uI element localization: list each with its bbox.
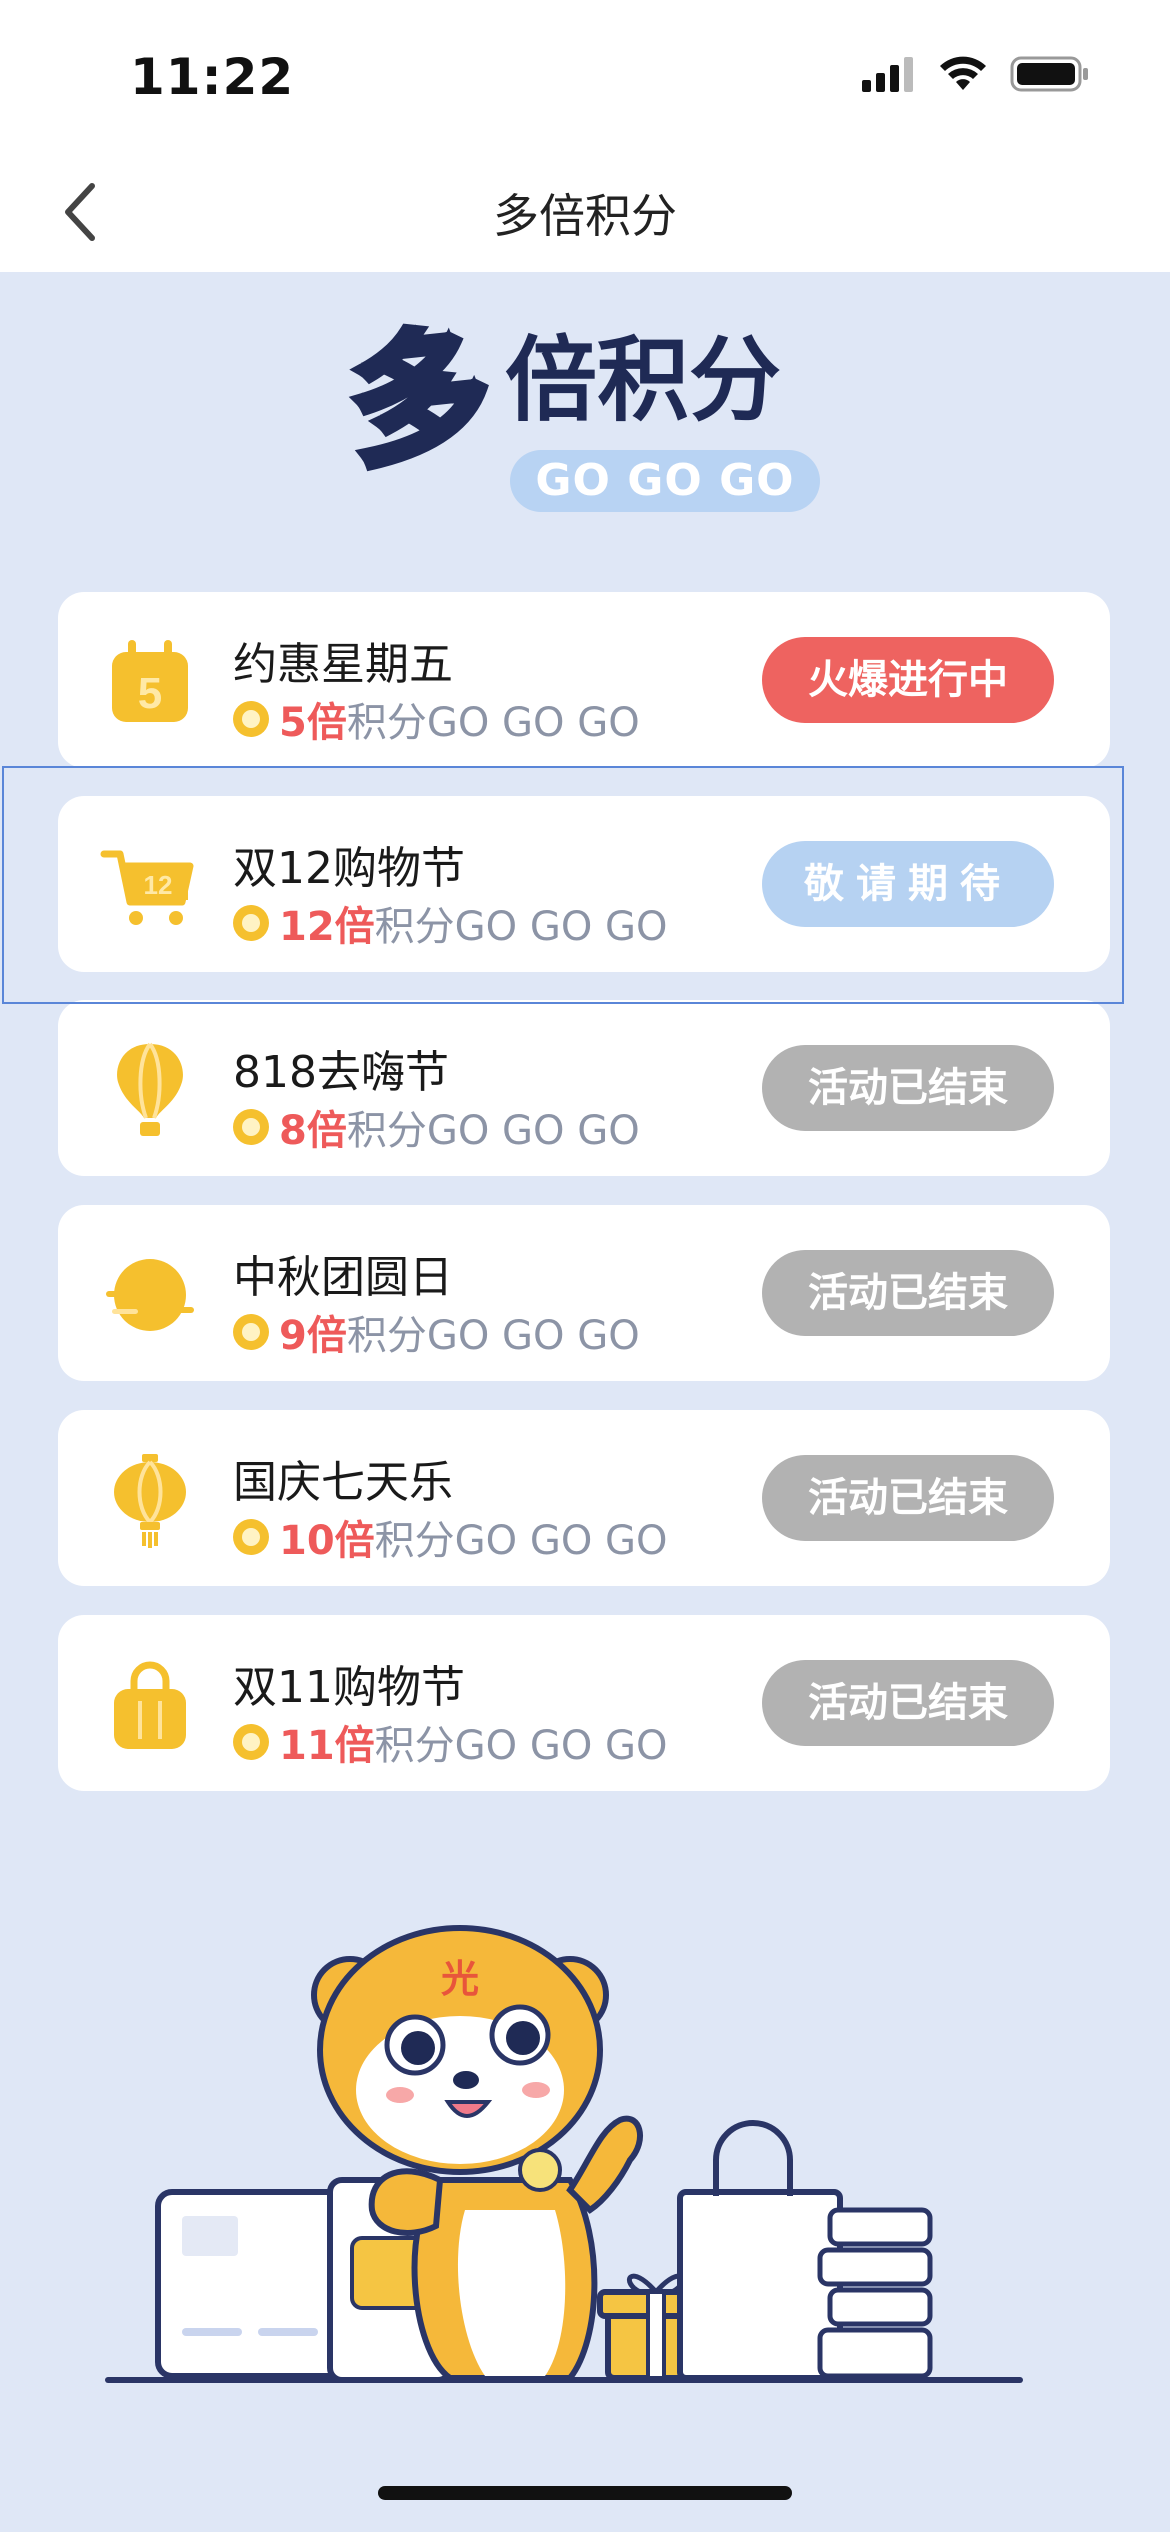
coin-icon [233,1519,269,1555]
status-button[interactable]: 活动已结束 [762,1250,1054,1336]
hot-air-balloon-icon [117,1042,183,1136]
status-time: 11:22 [130,48,295,106]
battery-icon [1010,56,1088,92]
coin-icon [233,1724,269,1760]
lantern-icon [114,1454,186,1548]
activity-points: 11倍 积分GO GO GO [233,1713,668,1771]
svg-text:5: 5 [138,669,162,718]
activity-card[interactable]: 国庆七天乐 10倍 积分GO GO GO 活动已结束 [58,1410,1110,1586]
activity-card[interactable]: 5 约惠星期五 5倍 积分GO GO GO 火爆进行中 [58,592,1110,768]
mascot-badge-char: 光 [441,1957,479,2001]
hero-banner: 多 倍积分 GO GO GO [338,307,820,530]
activity-points: 8倍 积分GO GO GO [233,1098,640,1156]
multiplier: 10倍 [279,1518,375,1564]
activity-points: 10倍 积分GO GO GO [233,1508,668,1566]
status-button[interactable]: 活动已结束 [762,1455,1054,1541]
moon-icon [106,1259,194,1331]
activity-name: 818去嗨节 [233,1047,449,1098]
signal-icon [862,57,913,92]
calendar-icon: 5 [112,640,188,722]
status-button[interactable]: 活动已结束 [762,1660,1054,1746]
nav-bar: 多倍积分 [0,150,1170,272]
points-suffix: 积分GO GO GO [374,1723,668,1769]
coin-icon [233,1314,269,1350]
shopping-bag-icon [114,1661,186,1749]
page-title: 多倍积分 [493,189,677,243]
home-indicator[interactable] [378,2486,792,2500]
activity-card[interactable]: 中秋团圆日 9倍 积分GO GO GO 活动已结束 [58,1205,1110,1381]
status-bar: 11:22 [0,0,1170,150]
activity-name: 国庆七天乐 [233,1457,453,1508]
tiger-mascot-illustration: 光 [105,1925,1023,2383]
points-suffix: 积分GO GO GO [346,1313,640,1359]
coin-icon [233,1109,269,1145]
activity-card[interactable]: 818去嗨节 8倍 积分GO GO GO 活动已结束 [58,1000,1110,1176]
wifi-icon [940,56,986,90]
activity-name: 中秋团圆日 [233,1252,453,1303]
hero-title-rest: 倍积分 [505,327,782,434]
status-button[interactable]: 火爆进行中 [762,637,1054,723]
hero-title-main: 多 [338,307,502,492]
coin-icon [233,701,269,737]
multiplier: 11倍 [279,1723,375,1769]
activity-name: 双11购物节 [233,1662,465,1713]
status-button[interactable]: 活动已结束 [762,1045,1054,1131]
points-suffix: 积分GO GO GO [346,1108,640,1154]
points-suffix: 积分GO GO GO [346,700,640,746]
points-suffix: 积分GO GO GO [374,1518,668,1564]
hero-tagline: GO GO GO [510,450,820,512]
multiplier: 9倍 [279,1313,347,1359]
activity-name: 约惠星期五 [233,639,453,690]
multiplier: 5倍 [279,700,347,746]
status-icons [860,55,1090,93]
multiplier: 8倍 [279,1108,347,1154]
activity-card[interactable]: 双11购物节 11倍 积分GO GO GO 活动已结束 [58,1615,1110,1791]
activity-points: 5倍 积分GO GO GO [233,690,640,748]
selection-highlight [2,766,1124,1004]
activity-points: 9倍 积分GO GO GO [233,1303,640,1361]
